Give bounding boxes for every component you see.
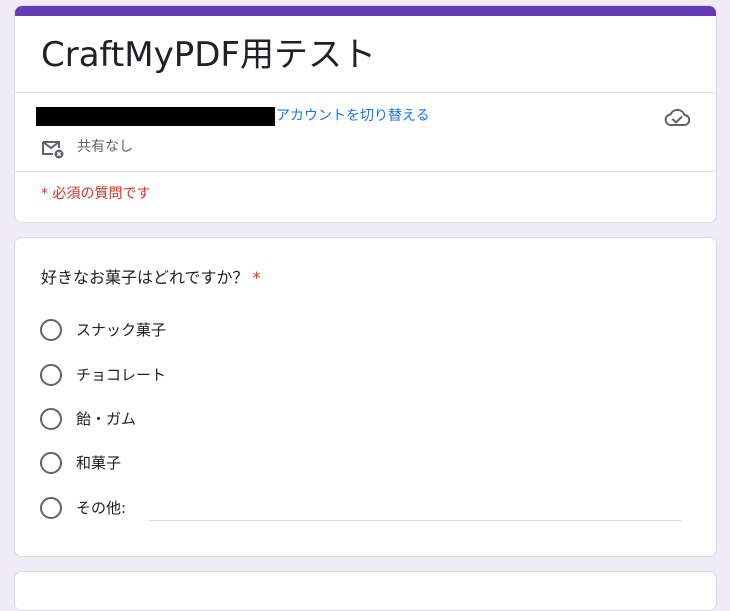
option-wagashi[interactable]: 和菓子 [40,450,121,476]
question-text: 好きなお菓子はどれですか？ [41,268,249,287]
form-title: CraftMyPDF用テスト [41,35,376,75]
other-text-input[interactable] [149,508,681,521]
theme-accent-bar [15,6,716,16]
required-asterisk: * [252,268,261,287]
question-card: 好きなお菓子はどれですか？ * スナック菓子 チョコレート 飴・ガム 和菓子 その… [14,237,717,557]
switch-account-link[interactable]: アカウントを切り替える [276,106,430,126]
option-chocolate[interactable]: チョコレート [40,362,166,388]
next-question-card [14,571,717,611]
question-title: 好きなお菓子はどれですか？ * [41,266,261,290]
form-header-card: CraftMyPDF用テスト アカウントを切り替える 共有なし * 必須の質問で… [14,5,717,223]
option-snack[interactable]: スナック菓子 [40,317,166,343]
option-label: スナック菓子 [76,321,167,339]
cloud-check-icon [664,108,691,126]
required-note: * 必須の質問です [41,186,151,202]
radio-button[interactable] [40,408,62,430]
radio-button[interactable] [40,364,62,386]
title-divider [15,92,716,93]
mail-off-icon [42,141,64,159]
option-candy-gum[interactable]: 飴・ガム [40,406,136,432]
sharing-status: 共有なし [77,139,133,155]
option-label: チョコレート [76,366,167,384]
radio-button[interactable] [40,452,62,474]
option-label: その他: [76,499,127,517]
radio-button[interactable] [40,497,62,519]
option-label: 飴・ガム [76,410,137,428]
option-other[interactable]: その他: [40,495,126,521]
radio-button[interactable] [40,319,62,341]
option-label: 和菓子 [76,454,122,472]
redacted-account-email [36,107,275,126]
account-divider [15,171,716,172]
